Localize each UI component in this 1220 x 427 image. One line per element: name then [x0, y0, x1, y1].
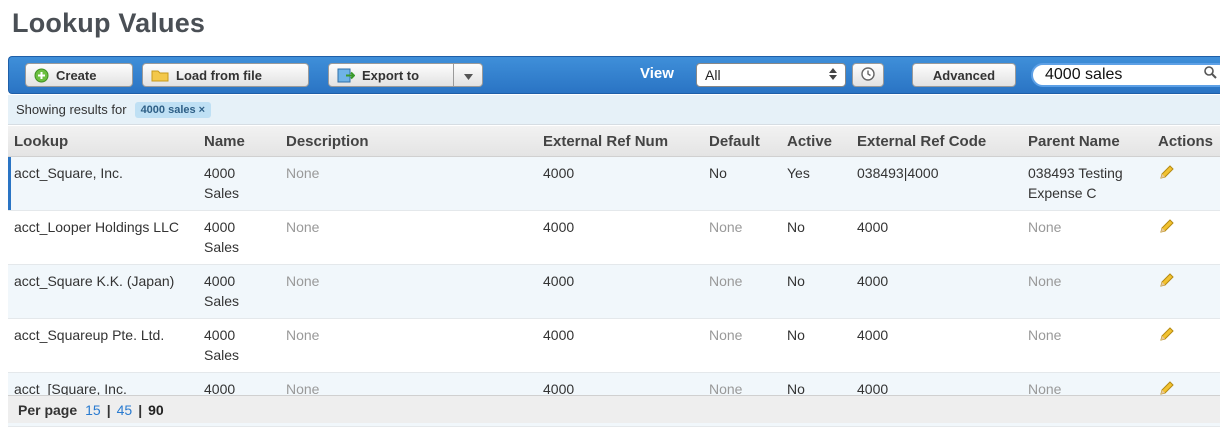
cell-parent-name: 038493 Testing Expense C	[1022, 156, 1152, 211]
export-button-label: Export to	[362, 67, 420, 83]
lookup-values-table: Lookup Name Description External Ref Num…	[8, 126, 1220, 427]
search-input-value: 4000 sales	[1045, 66, 1123, 83]
schedule-button[interactable]	[852, 63, 884, 87]
cell-default: No	[703, 156, 781, 211]
export-dropdown-button[interactable]	[453, 63, 483, 87]
pencil-icon[interactable]	[1158, 273, 1176, 292]
table-row[interactable]: acct_Square K.K. (Japan) 4000 Sales None…	[8, 264, 1220, 319]
cell-external-ref-code: 4000	[851, 210, 1022, 265]
search-icon[interactable]	[1204, 66, 1217, 84]
pagination-separator: |	[106, 401, 111, 418]
cell-external-ref-num: 4000	[537, 264, 703, 319]
cell-external-ref-num: 4000	[537, 210, 703, 265]
advanced-button-label: Advanced	[932, 67, 996, 83]
clock-icon	[861, 66, 875, 84]
cell-actions	[1152, 156, 1220, 211]
column-header-actions: Actions	[1152, 126, 1220, 157]
create-button-label: Create	[56, 67, 97, 83]
cell-description: None	[280, 156, 537, 211]
results-filter-bar: Showing results for 4000 sales ×	[8, 95, 1220, 125]
pencil-icon[interactable]	[1158, 165, 1176, 184]
plus-circle-icon	[34, 68, 49, 83]
column-header-parent-name[interactable]: Parent Name	[1022, 126, 1152, 157]
create-button[interactable]: Create	[25, 63, 133, 87]
cell-external-ref-num: 4000	[537, 156, 703, 211]
cell-lookup: acct_Square, Inc.	[8, 156, 198, 211]
column-header-external-ref-code[interactable]: External Ref Code	[851, 126, 1022, 157]
pagination-separator: |	[138, 401, 143, 418]
pagination-bar: Per page 15 | 45 | 90	[8, 395, 1220, 423]
cell-parent-name: None	[1022, 318, 1152, 373]
table-row[interactable]: acct_Square, Inc. 4000 Sales None 4000 N…	[8, 156, 1220, 211]
cell-external-ref-code: 038493|4000	[851, 156, 1022, 211]
cell-name: 4000 Sales	[198, 318, 280, 373]
cell-actions	[1152, 210, 1220, 265]
cell-active: Yes	[781, 156, 851, 211]
cell-parent-name: None	[1022, 264, 1152, 319]
table-row[interactable]: acct_Squareup Pte. Ltd. 4000 Sales None …	[8, 318, 1220, 373]
export-icon	[337, 68, 355, 83]
cell-external-ref-code: 4000	[851, 264, 1022, 319]
cell-lookup: acct_Square K.K. (Japan)	[8, 264, 198, 319]
search-filter-tag[interactable]: 4000 sales ×	[134, 101, 212, 118]
column-header-description[interactable]: Description	[280, 126, 537, 157]
cell-external-ref-code: 4000	[851, 318, 1022, 373]
view-select-value: All	[705, 67, 721, 83]
page-title: Lookup Values	[12, 8, 206, 38]
cell-default: None	[703, 264, 781, 319]
search-input[interactable]: 4000 sales	[1031, 63, 1220, 87]
per-page-option-45[interactable]: 45	[117, 402, 133, 418]
column-header-external-ref-num[interactable]: External Ref Num	[537, 126, 703, 157]
per-page-option-90-current: 90	[148, 401, 164, 418]
table-header-row: Lookup Name Description External Ref Num…	[8, 126, 1220, 157]
cell-external-ref-num: 4000	[537, 318, 703, 373]
cell-description: None	[280, 318, 537, 373]
cell-active: No	[781, 264, 851, 319]
cell-name: 4000 Sales	[198, 210, 280, 265]
per-page-label: Per page	[18, 401, 78, 418]
results-prefix: Showing results for	[16, 102, 127, 117]
cell-name: 4000 Sales	[198, 156, 280, 211]
column-header-default[interactable]: Default	[703, 126, 781, 157]
chevron-down-icon	[463, 68, 473, 83]
cell-parent-name: None	[1022, 210, 1152, 265]
toolbar: Create Load from file Export to View All…	[8, 56, 1220, 94]
view-label: View	[640, 65, 674, 82]
cell-name: 4000 Sales	[198, 264, 280, 319]
cell-lookup: acct_Squareup Pte. Ltd.	[8, 318, 198, 373]
column-header-lookup[interactable]: Lookup	[8, 126, 198, 157]
cell-description: None	[280, 264, 537, 319]
cell-actions	[1152, 318, 1220, 373]
cell-active: No	[781, 210, 851, 265]
table-row[interactable]: acct_Looper Holdings LLC 4000 Sales None…	[8, 210, 1220, 265]
load-button-label: Load from file	[176, 67, 262, 83]
per-page-option-15[interactable]: 15	[85, 402, 101, 418]
advanced-button[interactable]: Advanced	[912, 63, 1016, 87]
load-from-file-button[interactable]: Load from file	[142, 63, 309, 87]
cell-default: None	[703, 210, 781, 265]
cell-lookup: acct_Looper Holdings LLC	[8, 210, 198, 265]
cell-description: None	[280, 210, 537, 265]
select-arrows-icon	[829, 67, 837, 83]
cell-default: None	[703, 318, 781, 373]
view-select[interactable]: All	[696, 63, 846, 87]
column-header-active[interactable]: Active	[781, 126, 851, 157]
folder-icon	[151, 68, 169, 82]
pencil-icon[interactable]	[1158, 219, 1176, 238]
cell-active: No	[781, 318, 851, 373]
pencil-icon[interactable]	[1158, 327, 1176, 346]
export-button[interactable]: Export to	[328, 63, 454, 87]
column-header-name[interactable]: Name	[198, 126, 280, 157]
cell-actions	[1152, 264, 1220, 319]
